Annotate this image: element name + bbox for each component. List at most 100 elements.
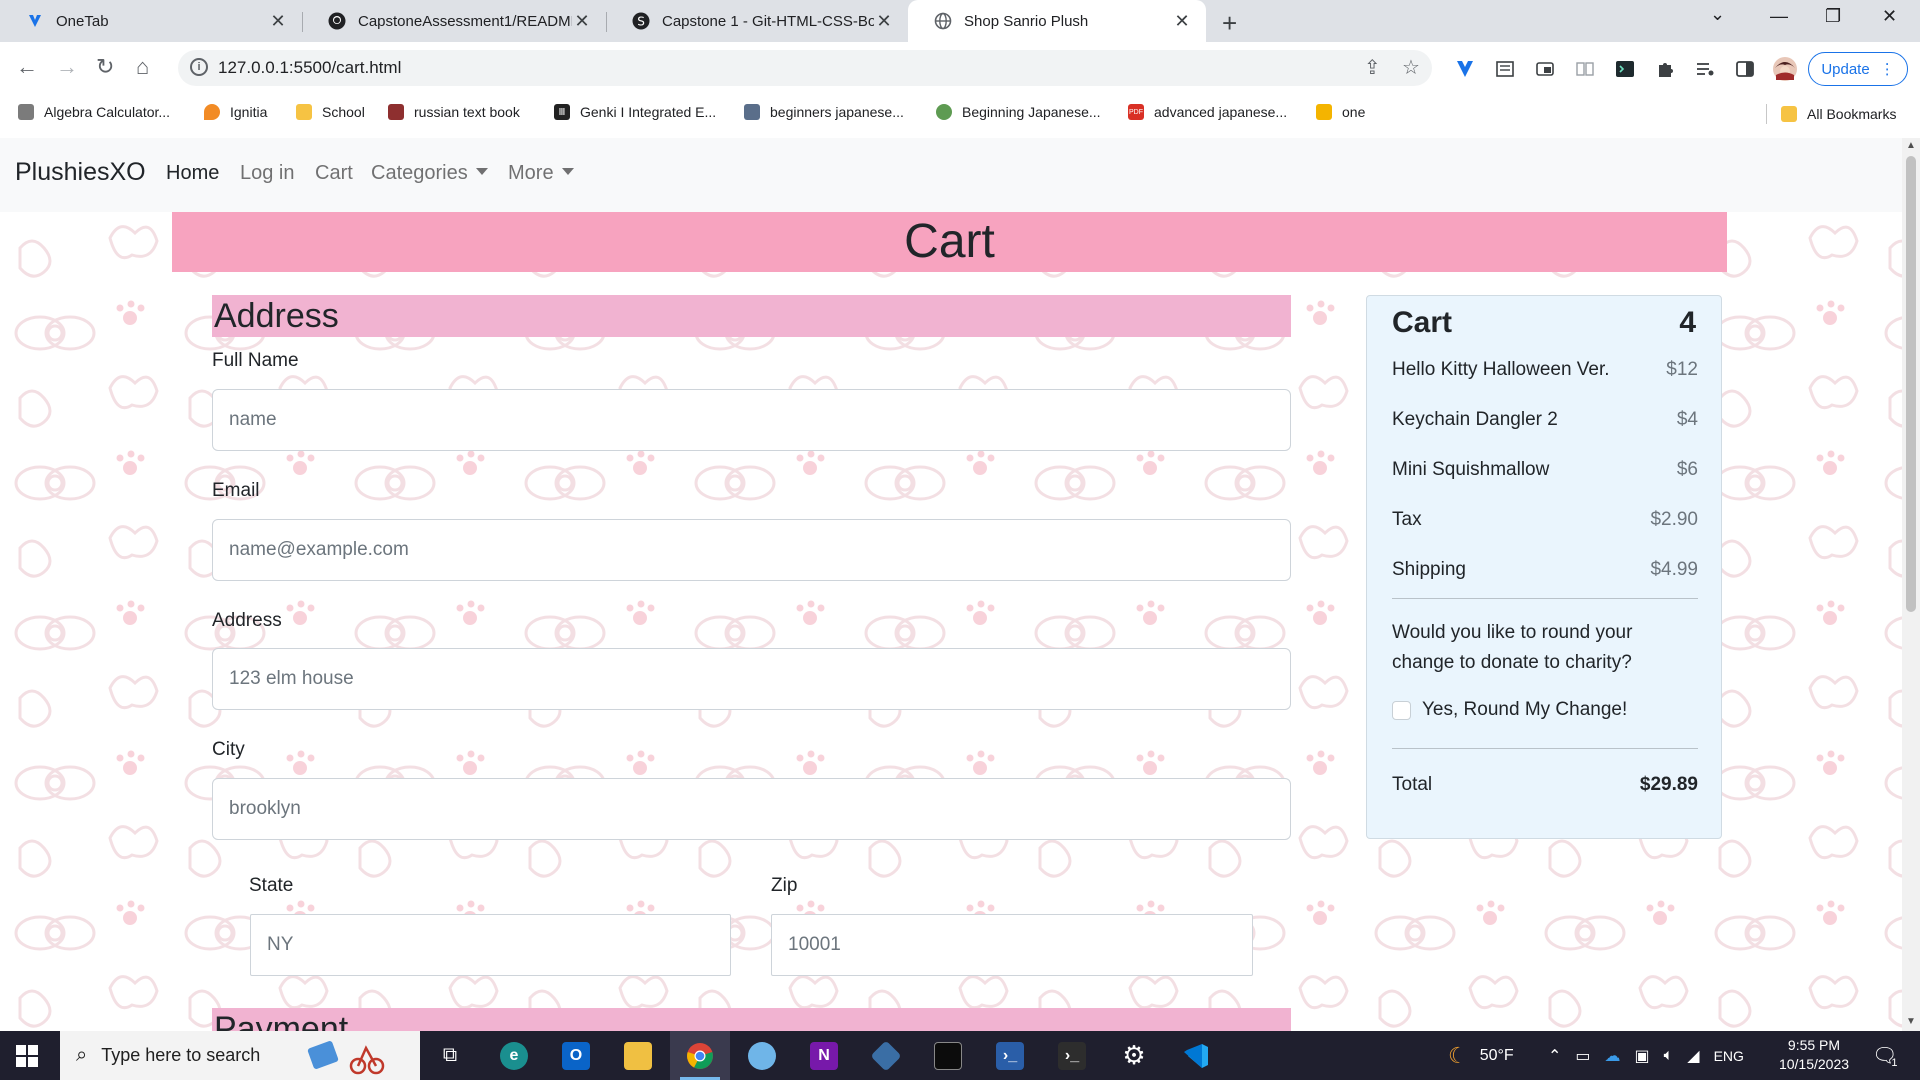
task-view-icon[interactable]: ⧉ [420, 1031, 480, 1080]
url-text[interactable]: 127.0.0.1:5500/cart.html [218, 58, 401, 78]
reload-icon[interactable]: ↻ [96, 54, 114, 80]
forward-icon[interactable]: → [56, 54, 78, 80]
powershell-icon[interactable]: ›_ [980, 1031, 1040, 1080]
file-explorer-icon[interactable] [608, 1031, 668, 1080]
bookmark-beginners-japanese[interactable]: beginners japanese... [744, 104, 904, 120]
taskbar-search-box[interactable]: ⌕ Type here to search [60, 1031, 420, 1080]
bookmark-one[interactable]: one [1316, 104, 1365, 120]
bookmark-algebra[interactable]: Algebra Calculator... [18, 104, 170, 120]
system-clock[interactable]: 9:55 PM 10/15/2023 [1766, 1036, 1862, 1074]
close-window-icon[interactable]: ✕ [1882, 6, 1897, 27]
bookmark-icon [744, 104, 760, 120]
bookmark-school[interactable]: School [296, 104, 365, 120]
cart-line-item: Keychain Dangler 2 $4 [1392, 409, 1698, 431]
zip-input[interactable] [771, 914, 1253, 976]
close-tab-icon[interactable]: ✕ [1172, 11, 1192, 32]
minimize-icon[interactable]: — [1770, 6, 1788, 27]
tab-github-readme[interactable]: CapstoneAssessment1/README ✕ [302, 0, 606, 42]
site-navbar: PlushiesXO Home Log in Cart Categories M… [0, 138, 1902, 212]
tab-onetab[interactable]: OneTab ✕ [0, 0, 302, 42]
tab-search-icon[interactable]: ⌄ [1710, 4, 1725, 25]
email-input[interactable] [212, 519, 1291, 581]
site-info-icon[interactable]: i [190, 58, 208, 76]
tab-manager-icon[interactable] [1574, 58, 1596, 80]
bookmark-genki[interactable]: Ⅲ Genki I Integrated E... [554, 104, 716, 120]
chrome-icon[interactable] [670, 1031, 730, 1080]
notification-count: 1 [1891, 1056, 1898, 1069]
page-scrollbar[interactable]: ▲ ▼ [1902, 138, 1920, 1031]
share-icon[interactable]: ⇪ [1364, 55, 1381, 80]
command-prompt-icon[interactable] [918, 1031, 978, 1080]
maximize-icon[interactable]: ❐ [1825, 6, 1841, 27]
profile-avatar-icon[interactable] [1772, 56, 1798, 82]
address-heading: Address [212, 295, 1291, 337]
tab-capstone[interactable]: S Capstone 1 - Git-HTML-CSS-Boo ✕ [606, 0, 908, 42]
meet-now-icon[interactable]: ▣ [1635, 1046, 1650, 1066]
bookmark-icon [18, 104, 34, 120]
network-icon[interactable]: ◢ [1687, 1046, 1699, 1066]
bookmark-label: Beginning Japanese... [962, 104, 1101, 120]
all-bookmarks[interactable]: All Bookmarks [1766, 104, 1896, 124]
update-button[interactable]: Update ⋮ [1808, 52, 1908, 86]
city-input[interactable] [212, 778, 1291, 840]
bookmark-ignitia[interactable]: Ignitia [204, 104, 267, 120]
onetab-extension-icon[interactable] [1454, 58, 1476, 80]
scrollbar-thumb[interactable] [1906, 156, 1916, 612]
close-tab-icon[interactable]: ✕ [572, 11, 592, 32]
extensions-puzzle-icon[interactable] [1654, 58, 1676, 80]
close-tab-icon[interactable]: ✕ [268, 11, 288, 32]
divider [1392, 748, 1698, 749]
media-controls-icon[interactable] [1694, 58, 1716, 80]
onedrive-cloud-icon[interactable]: ☁ [1605, 1046, 1621, 1066]
terminal-extension-icon[interactable] [1614, 58, 1636, 80]
book-icon [388, 104, 404, 120]
tab-shop-sanrio[interactable]: Shop Sanrio Plush ✕ [908, 0, 1206, 42]
nav-cart[interactable]: Cart [315, 162, 353, 185]
notification-center-icon[interactable]: 🗨︎ 1 [1872, 1031, 1898, 1080]
bookmark-beginning-japanese[interactable]: Beginning Japanese... [936, 104, 1101, 120]
full-name-input[interactable] [212, 389, 1291, 451]
battery-icon[interactable]: ▭ [1575, 1046, 1590, 1066]
clock-time: 9:55 PM [1787, 1037, 1841, 1053]
bookmark-star-icon[interactable]: ☆ [1402, 55, 1420, 80]
new-tab-icon[interactable]: + [1222, 8, 1237, 39]
tray-overflow-icon[interactable]: ⌃ [1548, 1046, 1561, 1066]
onenote-icon[interactable]: N [794, 1031, 854, 1080]
item-name: Keychain Dangler 2 [1392, 409, 1558, 430]
nav-more-dropdown[interactable]: More [508, 162, 574, 185]
vscode-icon[interactable] [1166, 1031, 1226, 1080]
brand-logo[interactable]: PlushiesXO [15, 158, 146, 187]
edge-icon[interactable]: e [484, 1031, 544, 1080]
weather-widget[interactable]: ☾ 50°F [1448, 1031, 1514, 1080]
nav-home[interactable]: Home [166, 162, 219, 185]
bookmark-russian[interactable]: russian text book [388, 104, 520, 120]
back-icon[interactable]: ← [16, 54, 38, 80]
bookmark-advanced-japanese[interactable]: PDF advanced japanese... [1128, 104, 1287, 120]
git-client-icon[interactable] [856, 1031, 916, 1080]
terminal-icon[interactable]: ›_ [1042, 1031, 1102, 1080]
nav-login[interactable]: Log in [240, 162, 295, 185]
tab-title: OneTab [56, 12, 109, 30]
address-bar[interactable]: i 127.0.0.1:5500/cart.html ⇪ ☆ [178, 50, 1432, 86]
settings-gear-icon[interactable]: ⚙ [1104, 1031, 1164, 1080]
paint-icon[interactable] [732, 1031, 792, 1080]
scroll-up-icon[interactable]: ▲ [1906, 140, 1916, 151]
state-input[interactable] [250, 914, 731, 976]
round-change-checkbox[interactable]: Yes, Round My Change! [1392, 699, 1627, 721]
windows-start-icon[interactable] [16, 1045, 38, 1067]
reader-mode-icon[interactable] [1494, 58, 1516, 80]
picture-in-picture-icon[interactable] [1534, 58, 1556, 80]
home-icon[interactable]: ⌂ [136, 54, 149, 80]
close-tab-icon[interactable]: ✕ [874, 11, 894, 32]
language-indicator[interactable]: ENG [1714, 1048, 1744, 1064]
side-panel-icon[interactable] [1734, 58, 1756, 80]
scroll-down-icon[interactable]: ▼ [1906, 1016, 1916, 1027]
address-input[interactable] [212, 648, 1291, 710]
github-icon [328, 12, 346, 30]
outlook-icon[interactable]: O [546, 1031, 606, 1080]
update-label: Update [1821, 60, 1870, 78]
bookmarks-divider [1766, 104, 1767, 124]
nav-categories-dropdown[interactable]: Categories [371, 162, 488, 185]
volume-icon[interactable]: 🔈︎ [1664, 1047, 1674, 1065]
checkbox-box[interactable] [1392, 700, 1411, 720]
